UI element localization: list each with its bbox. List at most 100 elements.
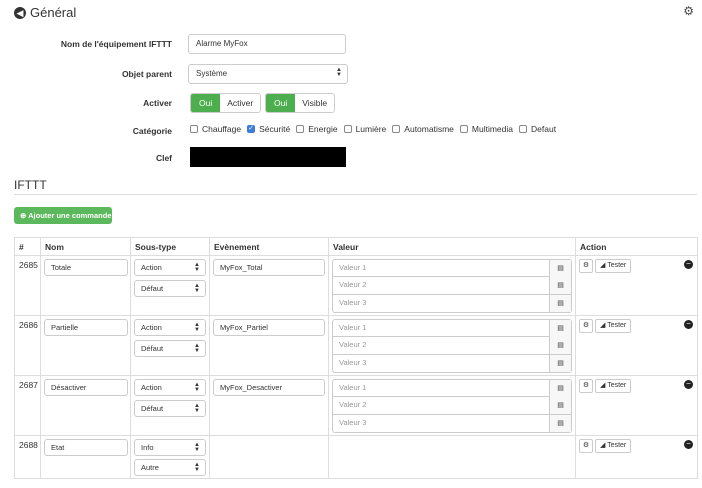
section-divider — [14, 194, 697, 195]
activer-on[interactable]: Oui — [191, 94, 221, 112]
activer-toggle[interactable]: Oui Activer — [190, 93, 262, 113]
checkbox[interactable] — [519, 125, 528, 133]
minus-circle-icon[interactable]: − — [684, 380, 693, 389]
value-field[interactable]: Valeur 3 ▤ — [332, 295, 572, 313]
add-command-button[interactable]: ⊕ Ajouter une commande — [14, 207, 112, 224]
visible-on[interactable]: Oui — [266, 94, 296, 112]
category-multimedia[interactable]: Multimedia — [459, 124, 513, 134]
select-arrows-icon: ▲ ▼ — [194, 462, 200, 473]
value-field[interactable]: Valeur 2 ▤ — [332, 277, 572, 295]
value-field[interactable]: Valeur 1 ▤ — [332, 319, 572, 337]
category-automatisme[interactable]: Automatisme — [392, 124, 454, 134]
checkbox[interactable] — [343, 125, 352, 133]
category-defaut[interactable]: Defaut — [519, 124, 556, 134]
subtype-select[interactable]: Défaut ▲ ▼ — [134, 280, 206, 297]
parent-select[interactable]: Système ▲ ▼ — [188, 64, 348, 84]
event-input[interactable]: MyFox_Partiel — [213, 319, 325, 336]
gears-icon[interactable]: ⚙ — [579, 379, 593, 393]
value-field[interactable]: Valeur 1 ▤ — [332, 379, 572, 397]
value-group: Valeur 1 ▤ Valeur 2 ▤ Valeur 3 ▤ — [332, 259, 572, 313]
test-button[interactable]: ◢ Tester — [595, 439, 632, 453]
list-icon[interactable]: ▤ — [549, 295, 571, 312]
checkbox[interactable] — [190, 125, 198, 133]
col-action: Action — [575, 237, 698, 256]
list-icon[interactable]: ▤ — [549, 337, 571, 354]
minus-circle-icon[interactable]: − — [684, 440, 693, 449]
gears-icon[interactable]: ⚙ — [579, 259, 593, 273]
value-field[interactable]: Valeur 3 ▤ — [332, 415, 572, 433]
event-input[interactable]: MyFox_Desactiver — [213, 379, 325, 396]
category-chauffage[interactable]: Chauffage — [190, 124, 241, 134]
checkbox[interactable] — [392, 125, 401, 133]
value-field[interactable]: Valeur 3 ▤ — [332, 355, 572, 373]
type-select[interactable]: Action ▲ ▼ — [134, 379, 206, 396]
list-icon[interactable]: ▤ — [549, 380, 571, 397]
checkbox[interactable] — [459, 125, 468, 133]
subtype-select[interactable]: Autre ▲ ▼ — [134, 459, 206, 476]
value-field[interactable]: Valeur 1 ▤ — [332, 259, 572, 277]
subtype-select[interactable]: Défaut ▲ ▼ — [134, 400, 206, 417]
test-button[interactable]: ◢ Tester — [595, 259, 632, 273]
command-name-input[interactable]: Etat — [44, 439, 128, 456]
select-arrows-icon: ▲ ▼ — [194, 343, 200, 354]
command-name-input[interactable]: Partielle — [44, 319, 128, 336]
checkbox-checked[interactable] — [247, 124, 256, 133]
name-input[interactable]: Alarme MyFox — [188, 34, 346, 54]
minus-circle-icon[interactable]: − — [684, 320, 693, 329]
list-icon[interactable]: ▤ — [549, 355, 571, 372]
value-group: Valeur 1 ▤ Valeur 2 ▤ Valeur 3 ▤ — [332, 379, 572, 433]
clef-input-redacted[interactable] — [190, 147, 346, 167]
table-header-row: # Nom Sous-type Evènement Valeur Action — [14, 237, 698, 256]
commands-table: # Nom Sous-type Evènement Valeur Action … — [14, 237, 698, 479]
list-icon[interactable]: ▤ — [549, 397, 571, 414]
category-securite[interactable]: Sécurité — [247, 124, 290, 134]
type-select[interactable]: Action ▲ ▼ — [134, 259, 206, 276]
table-row: 2688 Etat Info ▲ ▼ Autre ▲ ▼ ⚙ ◢ Tester − — [14, 435, 698, 479]
category-list: Chauffage Sécurité Energie Lumière Autom… — [190, 124, 562, 134]
col-id: # — [14, 237, 41, 256]
category-label: Catégorie — [132, 126, 172, 136]
add-command-label: Ajouter une commande — [28, 211, 112, 220]
event-input[interactable]: MyFox_Total — [213, 259, 325, 276]
select-arrows-icon: ▲ ▼ — [194, 403, 200, 414]
test-button[interactable]: ◢ Tester — [595, 319, 632, 333]
checkbox[interactable] — [296, 125, 305, 133]
command-id: 2685 — [19, 260, 38, 270]
list-icon[interactable]: ▤ — [549, 320, 571, 337]
visible-off[interactable]: Visible — [295, 94, 335, 112]
select-arrows-icon: ▲ ▼ — [194, 382, 200, 393]
page-header: ◀ Général — [14, 5, 76, 20]
value-field[interactable]: Valeur 2 ▤ — [332, 337, 572, 355]
select-arrows-icon: ▲ ▼ — [194, 442, 200, 453]
select-arrows-icon: ▲ ▼ — [194, 262, 200, 273]
col-sous-type: Sous-type — [130, 237, 210, 256]
category-energie[interactable]: Energie — [296, 124, 338, 134]
select-arrows-icon: ▲ ▼ — [194, 322, 200, 333]
visible-toggle[interactable]: Oui Visible — [265, 93, 336, 113]
list-icon[interactable]: ▤ — [549, 277, 571, 294]
category-lumiere[interactable]: Lumière — [343, 124, 386, 134]
list-icon[interactable]: ▤ — [549, 260, 571, 277]
list-icon[interactable]: ▤ — [549, 415, 571, 432]
minus-circle-icon[interactable]: − — [684, 260, 693, 269]
command-id: 2686 — [19, 320, 38, 330]
activer-off[interactable]: Activer — [220, 94, 261, 112]
command-name-input[interactable]: Désactiver — [44, 379, 128, 396]
select-arrows-icon: ▲ ▼ — [336, 67, 342, 78]
section-title: IFTTT — [14, 178, 47, 192]
plus-circle-icon: ⊕ — [20, 211, 27, 220]
test-button[interactable]: ◢ Tester — [595, 379, 632, 393]
parent-label: Objet parent — [121, 69, 172, 79]
type-select[interactable]: Action ▲ ▼ — [134, 319, 206, 336]
command-name-input[interactable]: Totale — [44, 259, 128, 276]
type-select[interactable]: Info ▲ ▼ — [134, 439, 206, 456]
value-field[interactable]: Valeur 2 ▤ — [332, 397, 572, 415]
command-id: 2688 — [19, 440, 38, 450]
table-row: 2685 Totale Action ▲ ▼ Défaut ▲ ▼ MyFox_Tota… — [14, 255, 698, 316]
gears-icon[interactable]: ⚙ — [579, 319, 593, 333]
page-title: Général — [30, 5, 77, 20]
back-arrow-icon[interactable]: ◀ — [14, 6, 26, 19]
gears-icon[interactable]: ⚙ — [683, 4, 694, 18]
subtype-select[interactable]: Défaut ▲ ▼ — [134, 340, 206, 357]
gears-icon[interactable]: ⚙ — [579, 439, 593, 453]
